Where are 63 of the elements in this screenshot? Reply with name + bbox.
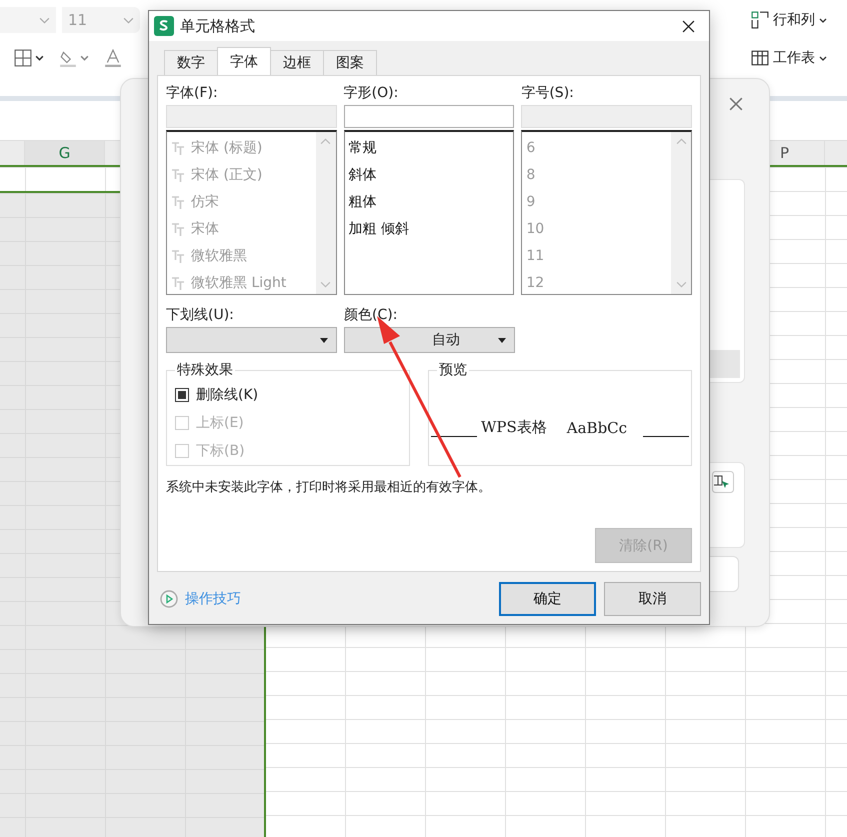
chevron-icon <box>39 16 50 24</box>
font-type-icon <box>171 140 185 154</box>
field-label: 颜色(C): <box>344 306 398 324</box>
tips-link[interactable]: 操作技巧 <box>185 590 241 608</box>
caret-icon <box>819 56 827 60</box>
scroll-up-icon[interactable] <box>320 138 332 145</box>
column-header[interactable]: P <box>780 144 790 162</box>
scroll-up-icon[interactable] <box>676 138 687 145</box>
rows-columns-icon <box>751 11 769 29</box>
list-item[interactable]: 常规 <box>344 134 514 161</box>
font-type-icon <box>171 248 185 262</box>
info-message: 系统中未安装此字体，打印时将采用最相近的有效字体。 <box>166 479 492 496</box>
font-type-icon <box>171 194 185 208</box>
font-type-icon <box>171 276 185 290</box>
dropdown-arrow-icon <box>320 338 328 342</box>
window-title: 单元格格式 <box>180 16 256 36</box>
underline-dropdown[interactable] <box>166 327 337 353</box>
preview-text: AaBbCc <box>566 419 628 437</box>
group-title: 预览 <box>438 361 468 379</box>
scrollbar[interactable] <box>316 132 336 294</box>
tab[interactable]: 字体 <box>217 47 271 75</box>
play-icon[interactable] <box>160 590 178 608</box>
list-box[interactable]: 常规 斜体 粗体 加粗 倾斜 <box>344 130 514 295</box>
close-icon[interactable] <box>682 20 695 32</box>
select-range-icon[interactable] <box>712 471 734 493</box>
field-label: 下划线(U): <box>166 306 235 324</box>
font-type-icon <box>171 222 185 236</box>
field-label: 字体(F): <box>166 84 219 102</box>
checkbox[interactable] <box>175 388 189 402</box>
scroll-down-icon[interactable] <box>320 281 332 288</box>
color-dropdown[interactable]: 自动 <box>344 327 515 353</box>
worksheet-button[interactable]: 工作表 <box>751 49 827 67</box>
caret-icon[interactable] <box>35 55 44 61</box>
fill-color-icon[interactable] <box>59 49 77 67</box>
tab[interactable]: 图案 <box>323 50 377 75</box>
rows-columns-button[interactable]: 行和列 <box>751 11 827 29</box>
list-item[interactable]: 粗体 <box>344 188 514 215</box>
chevron-icon <box>123 16 134 24</box>
scroll-down-icon[interactable] <box>676 281 687 288</box>
checkbox-label: 下标(B) <box>196 442 245 460</box>
scrollbar[interactable] <box>671 132 692 294</box>
list-item[interactable]: 斜体 <box>344 161 514 188</box>
app-icon <box>154 16 174 36</box>
list-item[interactable]: 加粗 倾斜 <box>344 215 514 242</box>
field-label: 字形(O): <box>344 84 400 102</box>
table-icon <box>751 49 769 67</box>
font-type-icon <box>171 168 185 182</box>
borders-icon[interactable] <box>14 49 32 67</box>
font-color-icon[interactable] <box>104 49 122 67</box>
checkbox-label: 上标(E) <box>196 414 244 432</box>
checkbox-label: 删除线(K) <box>196 386 258 404</box>
column-header[interactable]: G <box>58 144 70 162</box>
dropdown-arrow-icon <box>498 338 506 342</box>
ok-button[interactable]: 确定 <box>499 582 596 616</box>
caret-icon <box>819 18 827 22</box>
preview-text: WPS表格 <box>480 418 548 437</box>
input-field[interactable] <box>344 105 514 128</box>
tab[interactable]: 数字 <box>164 50 218 75</box>
field-label: 字号(S): <box>521 84 575 102</box>
cancel-button[interactable]: 取消 <box>604 582 701 616</box>
group-title: 特殊效果 <box>176 361 234 379</box>
font-name-field[interactable] <box>0 7 56 33</box>
font-size-field[interactable]: 11 <box>62 7 140 33</box>
